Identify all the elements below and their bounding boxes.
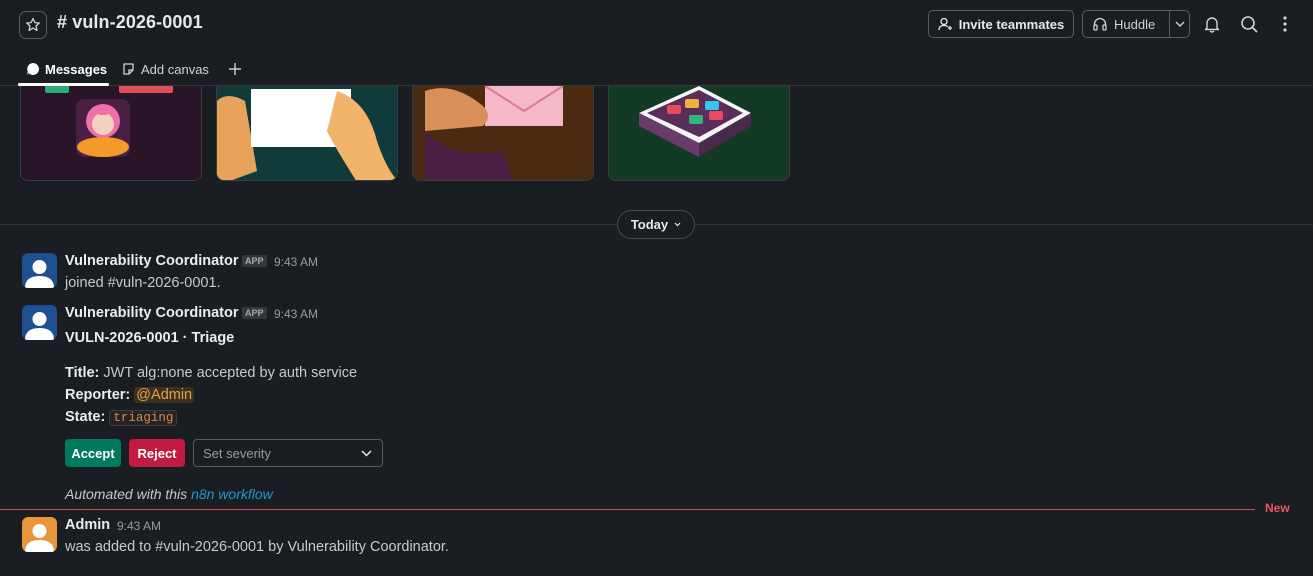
message-timestamp[interactable]: 9:43 AM (274, 307, 318, 321)
day-divider-label: Today (630, 217, 669, 232)
avatar[interactable] (22, 253, 57, 288)
field-title: Title: JWT alg:none accepted by auth ser… (65, 365, 357, 381)
canvas-icon (123, 62, 134, 75)
severity-placeholder: Set severity (203, 445, 271, 461)
message-author[interactable]: Vulnerability Coordinator (65, 253, 238, 269)
chevron-down-icon (1175, 21, 1184, 27)
huddle-options-button[interactable] (1170, 21, 1189, 27)
plus-icon (229, 63, 241, 75)
message-timestamp[interactable]: 9:43 AM (117, 519, 161, 533)
chevron-down-icon (361, 449, 372, 457)
search-icon (1241, 16, 1258, 33)
more-options-button[interactable] (1271, 10, 1299, 38)
field-title-value: JWT alg:none accepted by auth service (103, 365, 358, 381)
card-illustration-envelope (425, 85, 564, 180)
field-reporter-label: Reporter: (65, 387, 131, 403)
automation-prefix: Automated with this (65, 486, 188, 502)
reject-button[interactable]: Reject (129, 439, 185, 467)
star-icon (26, 17, 40, 32)
tab-add-canvas[interactable]: Add canvas (121, 52, 209, 86)
chevron-down-icon (674, 222, 681, 227)
bell-icon (1204, 17, 1220, 33)
promo-card-1[interactable] (20, 70, 202, 181)
headphones-icon (1093, 17, 1107, 31)
invite-teammates-button[interactable]: Invite teammates (928, 10, 1074, 38)
channel-tabs: Messages Add canvas (0, 52, 1313, 86)
tab-messages-label: Messages (45, 61, 108, 77)
star-channel-button[interactable] (19, 11, 47, 39)
add-tab-button[interactable] (228, 52, 242, 86)
avatar[interactable] (22, 517, 57, 552)
message-bubble-icon (27, 63, 39, 75)
field-state-label: State: (65, 409, 106, 425)
tab-messages[interactable]: Messages (26, 52, 107, 86)
card-illustration-avatar (45, 81, 173, 157)
message-author[interactable]: Vulnerability Coordinator (65, 305, 238, 321)
channel-title[interactable]: # vuln-2026-0001 (57, 12, 203, 33)
message-timestamp[interactable]: 9:43 AM (274, 255, 318, 269)
vertical-ellipsis-icon (1283, 16, 1287, 32)
channel-header: # vuln-2026-0001 Invite teammates Huddle (0, 0, 1313, 86)
avatar[interactable] (22, 305, 57, 340)
new-messages-line (0, 509, 1255, 510)
huddle-label: Huddle (1114, 16, 1156, 32)
huddle-start[interactable]: Huddle (1083, 11, 1169, 37)
promo-card-3[interactable] (412, 70, 594, 181)
field-title-label: Title: (65, 365, 100, 381)
search-button[interactable] (1235, 10, 1263, 38)
default-user-avatar-icon (25, 524, 54, 552)
message-author[interactable]: Admin (65, 517, 110, 533)
state-code: triaging (109, 410, 178, 426)
reporter-mention[interactable]: @Admin (134, 387, 195, 403)
promo-card-4[interactable] (608, 70, 790, 181)
automation-footer: Automated with this n8n workflow (65, 486, 273, 502)
field-state: State: triaging (65, 409, 178, 426)
default-user-avatar-icon (25, 260, 54, 288)
tab-add-canvas-label: Add canvas (141, 61, 209, 77)
triage-heading: VULN-2026-0001 · Triage (65, 330, 235, 346)
add-person-icon (938, 17, 952, 31)
invite-teammates-label: Invite teammates (958, 16, 1065, 32)
default-user-avatar-icon (25, 312, 54, 340)
n8n-workflow-link[interactable]: n8n workflow (191, 486, 273, 502)
promo-card-2[interactable] (216, 70, 398, 181)
app-badge: APP (242, 255, 267, 267)
message-text: joined #vuln-2026-0001. (65, 275, 221, 291)
huddle-button[interactable]: Huddle (1082, 10, 1190, 38)
accept-button[interactable]: Accept (65, 439, 121, 467)
severity-select[interactable]: Set severity (193, 439, 383, 467)
card-illustration-app-tray (639, 86, 751, 157)
new-messages-label: New (1265, 501, 1290, 515)
message-text: was added to #vuln-2026-0001 by Vulnerab… (65, 539, 449, 555)
app-badge: APP (242, 307, 267, 319)
active-tab-indicator (18, 83, 109, 86)
day-divider-button[interactable]: Today (617, 210, 695, 239)
notifications-button[interactable] (1198, 10, 1226, 38)
field-reporter: Reporter: @Admin (65, 387, 195, 403)
card-illustration-hands (217, 89, 397, 180)
